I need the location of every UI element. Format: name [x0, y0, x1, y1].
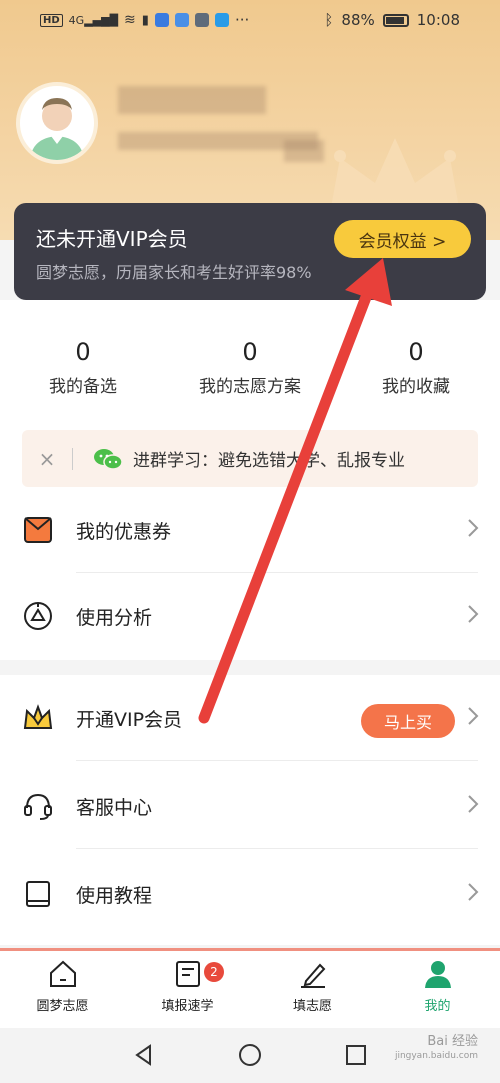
app-icon — [174, 13, 189, 27]
watermark-sub: jingyan.baidu.com — [394, 1051, 478, 1061]
menu-item-tutorial[interactable]: 使用教程 — [0, 851, 500, 937]
app-icon — [194, 13, 209, 27]
recents-icon[interactable] — [344, 1043, 368, 1067]
user-avatar[interactable] — [16, 82, 98, 164]
tab-fill-application[interactable]: 填志愿 — [250, 959, 375, 1014]
headset-icon — [24, 793, 52, 820]
notification-badge: 2 — [204, 962, 224, 982]
bottom-tab-bar: 圆梦志愿 2 填报速学 填志愿 我的 — [0, 948, 500, 1028]
more-dots-icon: ··· — [234, 11, 250, 29]
pen-icon — [300, 963, 325, 988]
stats-row: 0 我的备选 0 我的志愿方案 0 我的收藏 — [0, 338, 500, 408]
stat-value: 0 — [408, 338, 424, 366]
home-nav-icon[interactable] — [238, 1043, 262, 1067]
menu-item-customer-service[interactable]: 客服中心 — [0, 763, 500, 849]
clock: 10:08 — [416, 11, 460, 29]
chevron-right-icon — [468, 707, 479, 725]
person-icon — [424, 961, 451, 988]
status-bar: HD 4G▂▄▆█ ≋ ▮ ··· ᛒ 88% 10:08 — [0, 0, 500, 40]
tab-label: 我的 — [424, 999, 451, 1014]
document-icon — [175, 961, 200, 987]
stat-alternatives[interactable]: 0 我的备选 — [0, 338, 166, 397]
banner-text: 进群学习：避免选错大学、乱报专业 — [133, 451, 405, 471]
divider — [72, 447, 73, 470]
battery-icon — [382, 13, 409, 27]
divider — [76, 848, 478, 849]
menu-section: 开通VIP会员 马上买 客服中心 使用教程 — [0, 675, 500, 945]
menu-item-coupons[interactable]: 我的优惠券 — [0, 487, 500, 573]
chevron-right-icon — [468, 605, 479, 623]
stat-label: 我的志愿方案 — [199, 377, 301, 397]
tab-label: 填报速学 — [161, 999, 214, 1014]
wifi-icon: ≋ — [124, 12, 136, 28]
main-panel: 0 我的备选 0 我的志愿方案 0 我的收藏 × 进群学习：避免选错大学、乱报专… — [0, 300, 500, 660]
watermark: Bai 经验 jingyan.baidu.com — [395, 1035, 478, 1063]
blurred-info — [284, 140, 324, 162]
back-icon[interactable] — [132, 1043, 156, 1067]
battery-percent: 88% — [341, 11, 375, 29]
menu-item-usage-analysis[interactable]: 使用分析 — [0, 573, 500, 659]
menu-item-open-vip[interactable]: 开通VIP会员 马上买 — [0, 675, 500, 761]
stat-favorites[interactable]: 0 我的收藏 — [333, 338, 499, 397]
chevron-right-icon — [468, 883, 479, 901]
vip-crown-icon — [23, 704, 53, 729]
tab-home[interactable]: 圆梦志愿 — [0, 959, 125, 1014]
app-icon — [154, 13, 169, 27]
watermark-main: Bai 经验 — [427, 1034, 478, 1049]
tab-quick-learn[interactable]: 2 填报速学 — [125, 959, 250, 1014]
book-icon — [26, 881, 50, 907]
vip-card[interactable]: 还未开通VIP会员 圆梦志愿，历届家长和考生好评率98% 会员权益 > — [14, 203, 486, 300]
stat-plans[interactable]: 0 我的志愿方案 — [167, 338, 333, 397]
menu-label: 客服中心 — [76, 797, 153, 819]
search-app-icon — [214, 13, 229, 27]
stat-label: 我的收藏 — [382, 377, 450, 397]
menu-label: 我的优惠券 — [76, 521, 172, 543]
vip-title: 还未开通VIP会员 — [36, 227, 188, 251]
wechat-icon — [94, 448, 123, 470]
chevron-right-icon — [468, 795, 479, 813]
stat-value: 0 — [75, 338, 91, 366]
buy-now-button[interactable]: 马上买 — [361, 704, 455, 738]
tab-mine[interactable]: 我的 — [375, 959, 500, 1014]
vip-subtitle: 圆梦志愿，历届家长和考生好评率98% — [36, 263, 312, 282]
menu-label: 使用教程 — [76, 885, 153, 907]
menu-label: 使用分析 — [76, 607, 153, 629]
coupon-icon — [24, 517, 52, 543]
divider — [76, 760, 478, 761]
tab-label: 填志愿 — [292, 999, 332, 1014]
chevron-right-icon — [468, 519, 479, 537]
menu-label: 开通VIP会员 — [76, 709, 183, 731]
tab-label: 圆梦志愿 — [36, 999, 89, 1014]
analysis-icon — [24, 602, 52, 630]
group-study-banner[interactable]: × 进群学习：避免选错大学、乱报专业 — [22, 430, 478, 487]
person-avatar-icon — [30, 98, 84, 160]
stat-label: 我的备选 — [49, 377, 117, 397]
hd-icon: HD — [40, 13, 63, 27]
member-benefits-button[interactable]: 会员权益 > — [334, 220, 471, 258]
blurred-username — [118, 86, 266, 114]
signal-icon: 4G▂▄▆█ — [68, 13, 119, 27]
home-icon — [49, 960, 76, 987]
alert-icon: ▮ — [141, 12, 149, 28]
close-icon[interactable]: × — [22, 447, 72, 471]
stat-value: 0 — [242, 338, 258, 366]
bluetooth-icon: ᛒ — [324, 11, 334, 29]
